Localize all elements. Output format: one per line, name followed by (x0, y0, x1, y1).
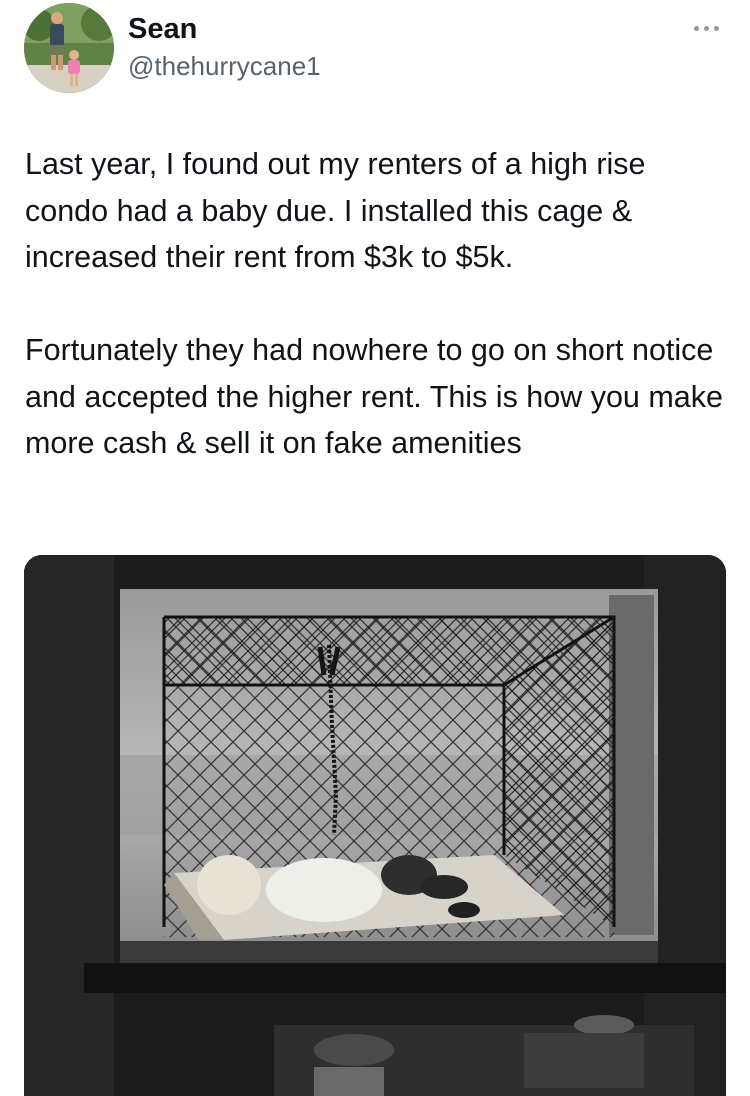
tweet-text: Last year, I found out my renters of a h… (25, 141, 725, 467)
tweet-card: Sean @thehurrycane1 Last year, I found o… (0, 0, 750, 1096)
baby-cage-photo (24, 555, 726, 1096)
more-horizontal-icon (703, 25, 709, 31)
display-name[interactable]: Sean (128, 12, 197, 46)
tweet-paragraph-2: Fortunately they had nowhere to go on sh… (25, 333, 723, 460)
avatar[interactable] (24, 3, 114, 93)
user-handle[interactable]: @thehurrycane1 (128, 50, 321, 82)
tweet-paragraph-1: Last year, I found out my renters of a h… (25, 147, 646, 274)
tweet-photo[interactable] (24, 555, 726, 1096)
more-horizontal-icon (693, 25, 699, 31)
more-options-button[interactable] (686, 18, 726, 38)
more-horizontal-icon (713, 25, 719, 31)
